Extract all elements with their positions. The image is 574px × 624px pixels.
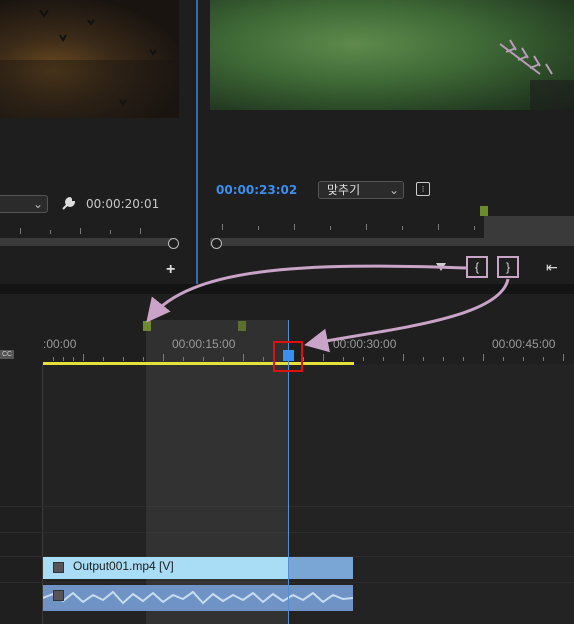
- audio-waveform: [43, 590, 353, 605]
- source-scrub-handle[interactable]: [168, 238, 179, 249]
- source-video-frame: [0, 9, 179, 118]
- mark-in-button[interactable]: {: [466, 256, 488, 278]
- source-scrubber-track[interactable]: [0, 238, 172, 246]
- wrench-icon[interactable]: [60, 196, 76, 212]
- panel-gutter: [0, 284, 574, 294]
- chevron-down-icon: ⌄: [388, 183, 399, 197]
- mark-out-button[interactable]: }: [497, 256, 519, 278]
- source-fit-dropdown[interactable]: ⌄: [0, 195, 48, 213]
- in-point-marker[interactable]: [143, 321, 151, 331]
- program-scrub-handle[interactable]: [211, 238, 222, 249]
- ruler-label: 00:00:15:00: [172, 337, 236, 351]
- settings-icon[interactable]: ⁝: [416, 182, 430, 196]
- program-marker: [480, 206, 488, 216]
- timeline-marker[interactable]: [238, 321, 246, 331]
- audio-clip[interactable]: [43, 585, 353, 611]
- ruler-label: 00:00:45:00: [492, 337, 556, 351]
- go-to-in-icon[interactable]: ⇤: [546, 259, 558, 276]
- cc-badge: CC: [0, 350, 14, 359]
- program-scrubber-track[interactable]: [210, 238, 574, 246]
- chevron-down-icon: ⌄: [32, 197, 43, 211]
- source-timecode: 00:00:20:01: [86, 197, 160, 211]
- add-button[interactable]: +: [166, 261, 175, 279]
- program-video-frame: [499, 39, 574, 110]
- video-clip-name: Output001.mp4 [V]: [73, 559, 174, 573]
- panel-divider-focus: [196, 0, 198, 287]
- ruler-label: 00:00:30:00: [333, 337, 397, 351]
- video-clip-selected-part: [288, 557, 353, 579]
- add-marker-icon[interactable]: [436, 263, 446, 271]
- fx-icon: [53, 562, 64, 573]
- program-monitor-video: [210, 0, 574, 110]
- timeline-ruler-ticks: [43, 354, 574, 361]
- work-area-bar[interactable]: [43, 362, 354, 365]
- fx-icon: [53, 590, 64, 601]
- source-monitor-video: [0, 0, 179, 118]
- program-fit-dropdown[interactable]: 맞추기 ⌄: [318, 181, 404, 199]
- program-ruler-ticks: [210, 224, 574, 230]
- program-timecode: 00:00:23:02: [216, 183, 298, 197]
- fit-label: 맞추기: [327, 183, 361, 197]
- source-ruler-ticks: [0, 228, 172, 234]
- highlight-box: [273, 341, 303, 372]
- ruler-label: :00:00: [43, 337, 77, 351]
